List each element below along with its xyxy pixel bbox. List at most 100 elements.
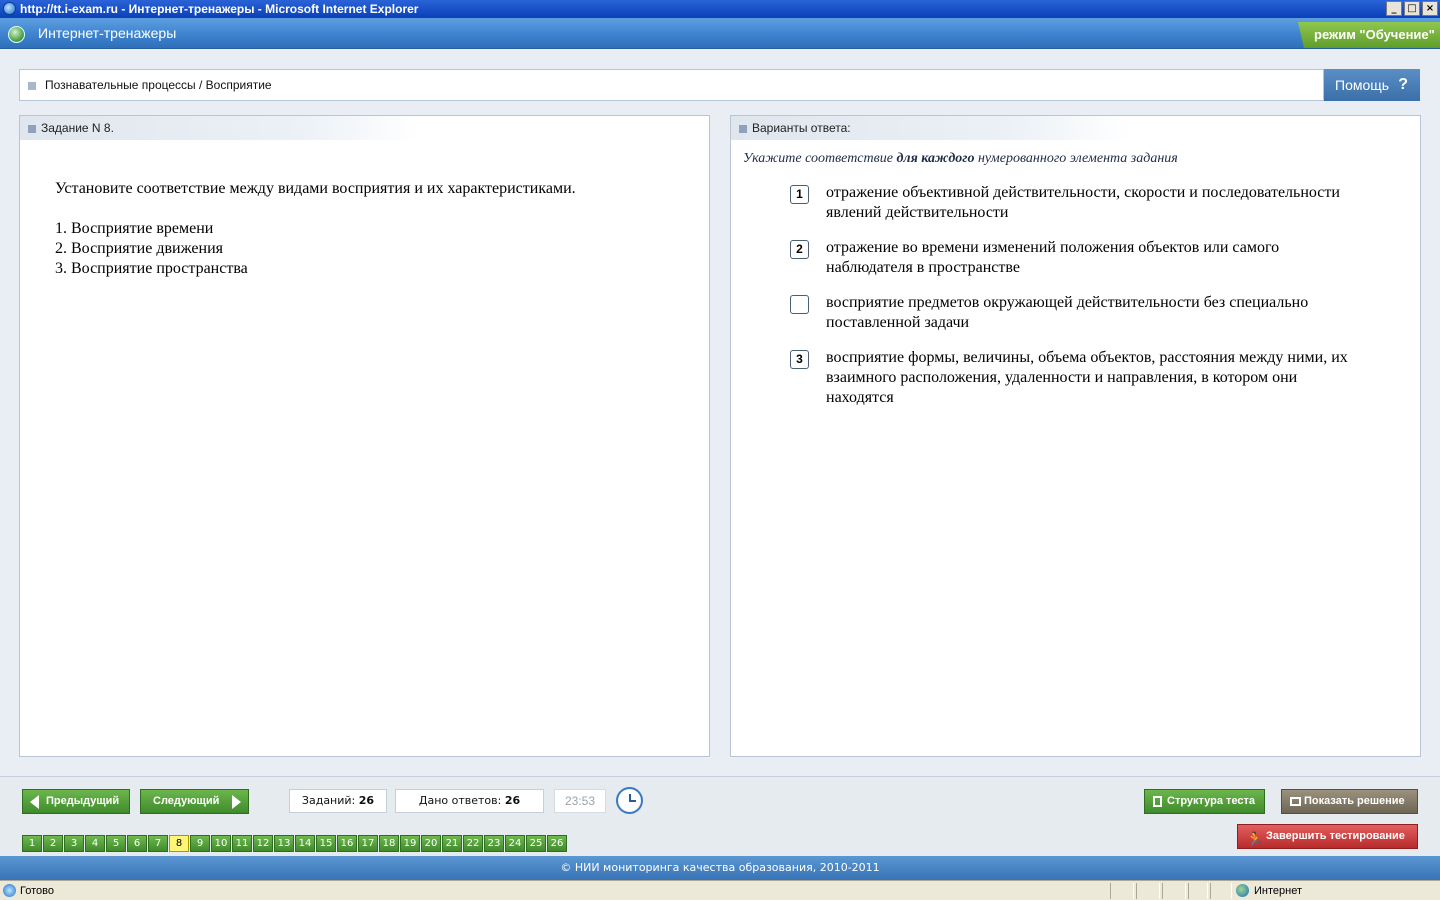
page-button[interactable]: 14: [295, 835, 315, 852]
page-button[interactable]: 13: [274, 835, 294, 852]
page-button[interactable]: 12: [253, 835, 273, 852]
internet-zone-icon: [1236, 884, 1249, 897]
answers-counter: Дано ответов: 26: [395, 789, 544, 813]
maximize-button[interactable]: □: [1404, 1, 1420, 16]
answer-option: восприятие предметов окружающей действит…: [790, 293, 1360, 335]
browser-statusbar: Готово Интернет: [0, 880, 1440, 900]
answers-count: 26: [504, 794, 521, 807]
tasks-label: Заданий:: [301, 794, 356, 807]
show-solution-label: Показать решение: [1304, 795, 1405, 807]
page-button[interactable]: 22: [463, 835, 483, 852]
answer-mark-input[interactable]: [790, 295, 809, 314]
status-cell: [1162, 883, 1186, 899]
answer-option: 1 отражение объективной действительности…: [790, 183, 1360, 225]
page-button[interactable]: 15: [316, 835, 336, 852]
page-button[interactable]: 23: [484, 835, 504, 852]
answer-mark-input[interactable]: 3: [790, 350, 809, 369]
instruction-suffix: нумерованного элемента задания: [974, 151, 1178, 166]
security-zone: Интернет: [1254, 885, 1302, 897]
answer-text: отражение во времени изменений положения…: [826, 239, 1280, 276]
question-text: Установите соответствие между видами вос…: [55, 180, 576, 197]
page-button[interactable]: 3: [64, 835, 84, 852]
answers-header: Варианты ответа:: [752, 121, 851, 135]
status-cell: [1136, 883, 1160, 899]
running-man-icon: 🏃: [1246, 831, 1264, 847]
question-item: 3. Восприятие пространства: [55, 260, 248, 277]
mode-badge: режим "Обучение": [1298, 22, 1440, 48]
structure-label: Структура теста: [1167, 795, 1256, 807]
page-button[interactable]: 6: [127, 835, 147, 852]
answer-text: отражение объективной действительности, …: [826, 184, 1340, 221]
instruction-prefix: Укажите соответствие: [743, 151, 897, 166]
status-cell: [1110, 883, 1134, 899]
test-structure-button[interactable]: Структура теста: [1144, 789, 1265, 814]
task-panel-header: Задание N 8.: [20, 116, 420, 140]
page-button[interactable]: 9: [190, 835, 210, 852]
page-button[interactable]: 17: [358, 835, 378, 852]
show-solution-button[interactable]: Показать решение: [1281, 789, 1418, 814]
answer-option: 3 восприятие формы, величины, объема объ…: [790, 348, 1360, 410]
timer: 23:53: [554, 789, 606, 813]
status-cell: [1210, 883, 1232, 899]
page-button[interactable]: 5: [106, 835, 126, 852]
tasks-count: 26: [358, 794, 375, 807]
page-button[interactable]: 4: [85, 835, 105, 852]
page-button[interactable]: 16: [337, 835, 357, 852]
question-item: 1. Восприятие времени: [55, 220, 214, 237]
answer-instruction: Укажите соответствие для каждого нумеров…: [743, 151, 1178, 167]
app-name: Интернет-тренажеры: [38, 25, 177, 41]
page-button[interactable]: 26: [547, 835, 567, 852]
page-button-current[interactable]: 8: [169, 835, 189, 852]
page-button[interactable]: 7: [148, 835, 168, 852]
copyright-footer: © НИИ мониторинга качества образования, …: [0, 856, 1440, 880]
page-button[interactable]: 10: [211, 835, 231, 852]
bullet-icon: [28, 125, 36, 133]
question-items: 1. Восприятие времени 2. Восприятие движ…: [55, 219, 248, 279]
page-button[interactable]: 2: [43, 835, 63, 852]
bullet-icon: [28, 82, 36, 90]
answer-option: 2 отражение во времени изменений положен…: [790, 238, 1360, 280]
page-button[interactable]: 1: [22, 835, 42, 852]
help-label: Помощь: [1335, 77, 1390, 93]
question-item: 2. Восприятие движения: [55, 240, 223, 257]
status-text: Готово: [20, 885, 54, 897]
next-button[interactable]: Следующий: [140, 789, 249, 814]
page-button[interactable]: 24: [505, 835, 525, 852]
answers-panel-header: Варианты ответа:: [731, 116, 1131, 140]
question-mark-icon: ?: [1398, 76, 1408, 93]
ie-icon: [3, 2, 16, 15]
next-label: Следующий: [153, 795, 220, 807]
close-button[interactable]: ×: [1422, 1, 1438, 16]
app-logo-icon: [8, 26, 25, 43]
breadcrumb: Познавательные процессы / Восприятие: [19, 69, 1324, 101]
book-icon: [1290, 797, 1301, 806]
page-icon: [3, 884, 16, 897]
finish-label: Завершить тестирование: [1266, 830, 1405, 842]
answer-mark-input[interactable]: 1: [790, 185, 809, 204]
page-button[interactable]: 21: [442, 835, 462, 852]
answers-label: Дано ответов:: [418, 794, 502, 807]
breadcrumb-text: Познавательные процессы / Восприятие: [45, 78, 272, 92]
status-cell: [1188, 883, 1208, 899]
page-navigator: 1 2 3 4 5 6 7 8 9 10 11 12 13 14 15 16 1…: [22, 835, 568, 852]
page-button[interactable]: 20: [421, 835, 441, 852]
minimize-button[interactable]: _: [1386, 1, 1402, 16]
help-button[interactable]: Помощь ?: [1324, 69, 1420, 101]
page-button[interactable]: 18: [379, 835, 399, 852]
answer-mark-input[interactable]: 2: [790, 240, 809, 259]
clock-icon[interactable]: [616, 787, 643, 814]
task-number: Задание N 8.: [41, 121, 114, 135]
page-button[interactable]: 11: [232, 835, 252, 852]
arrow-right-icon: [232, 795, 241, 809]
tasks-counter: Заданий: 26: [289, 789, 387, 813]
prev-button[interactable]: Предыдущий: [22, 789, 130, 814]
finish-test-button[interactable]: 🏃 Завершить тестирование: [1237, 824, 1418, 849]
list-icon: [1153, 796, 1162, 807]
page-button[interactable]: 25: [526, 835, 546, 852]
window-title: http://tt.i-exam.ru - Интернет-тренажеры…: [20, 2, 419, 16]
app-header: Интернет-тренажеры режим "Обучение": [0, 18, 1440, 49]
window-titlebar: http://tt.i-exam.ru - Интернет-тренажеры…: [0, 0, 1440, 18]
bullet-icon: [739, 125, 747, 133]
page-button[interactable]: 19: [400, 835, 420, 852]
answer-text: восприятие формы, величины, объема объек…: [826, 349, 1348, 406]
